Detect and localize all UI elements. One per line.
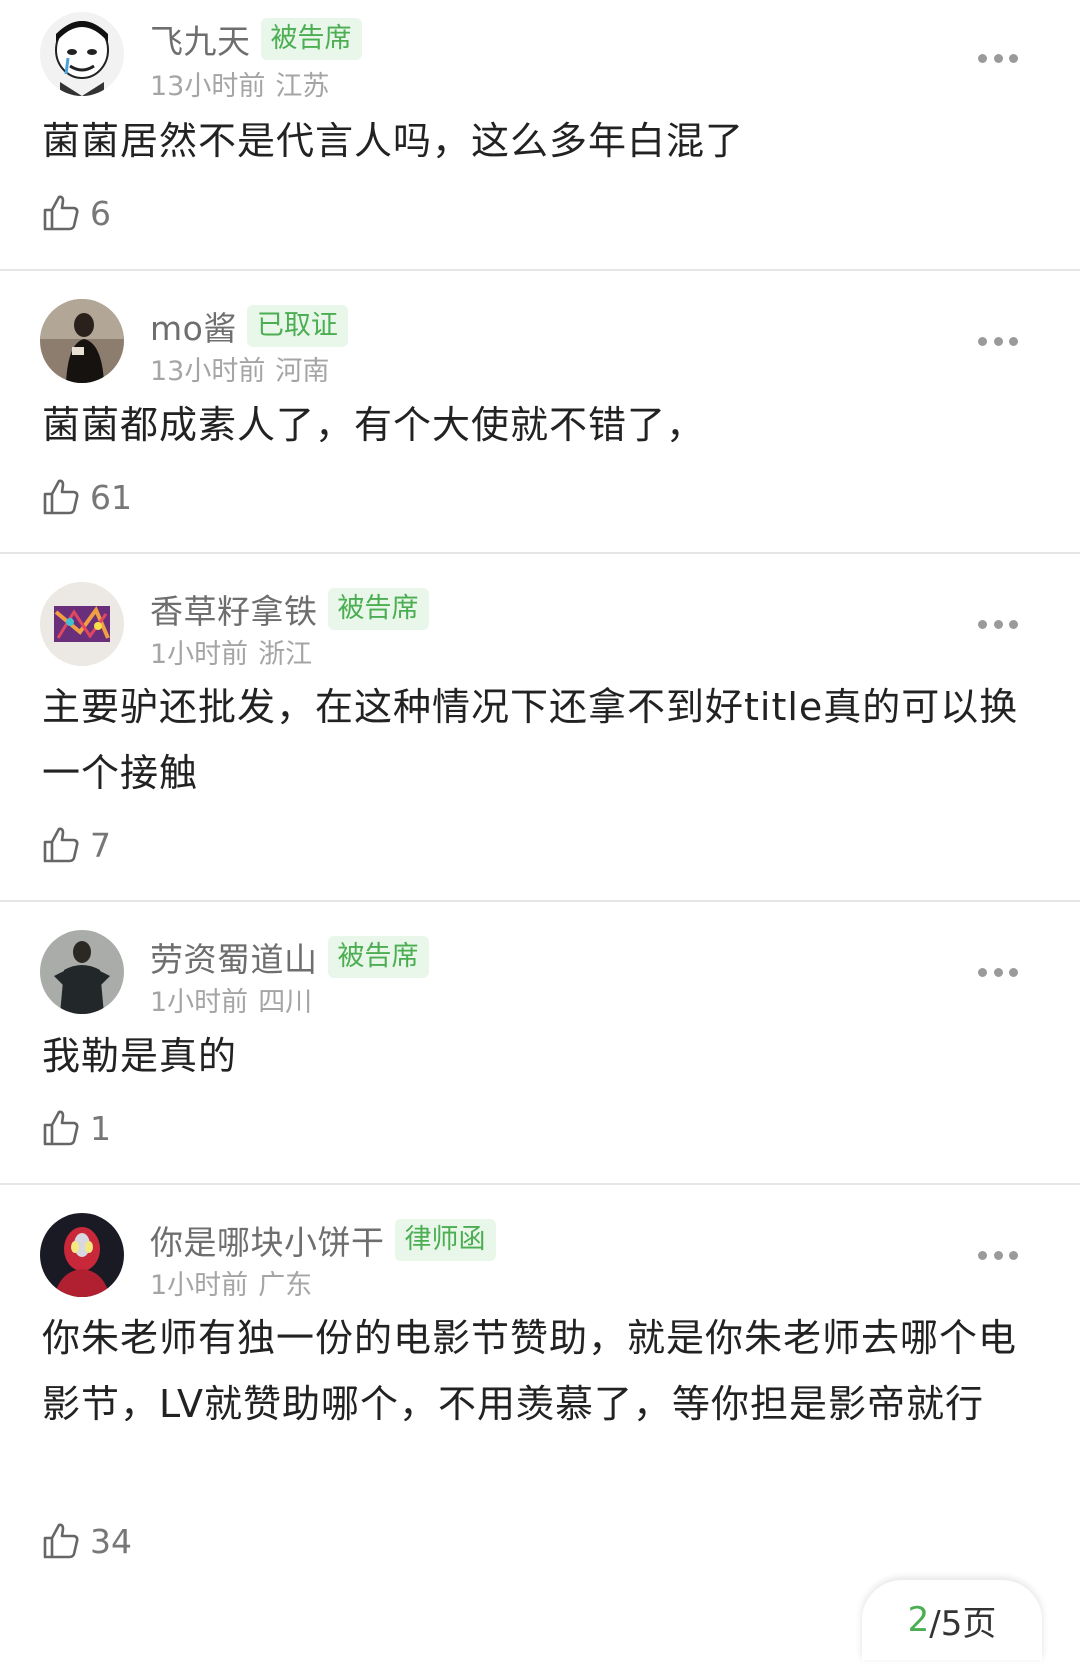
comment-text: 你朱老师有独一份的电影节赞助，就是你朱老师去哪个电影节，LV就赞助哪个，不用羡慕… [42,1316,1018,1426]
username[interactable]: 你是哪块小饼干 [150,1216,385,1264]
like-count: 6 [90,193,111,233]
comment-item: 香草籽拿铁 被告席 1小时前 浙江 主要驴还批发，在这种情况下还拿不到好title… [0,554,1080,902]
more-options-icon[interactable] [978,618,1018,630]
like-button[interactable]: 34 [42,1518,132,1564]
timestamp: 1小时前 [150,1270,249,1301]
avatar[interactable] [40,582,124,666]
status-badge: 被告席 [260,18,362,60]
man-in-suit-avatar-icon [40,930,124,1014]
current-page: 2 [907,1600,930,1640]
timestamp: 13小时前 [150,71,266,102]
status-badge: 律师函 [394,1219,496,1261]
comment-meta: 13小时前 江苏 [150,64,329,103]
like-button[interactable]: 6 [42,190,111,236]
location: 江苏 [275,71,330,102]
thumbs-up-icon [43,195,79,231]
comment-item: 飞九天 被告席 13小时前 江苏 菌菌居然不是代言人吗，这么多年白混了 6 [0,0,1080,271]
username[interactable]: 劳资蜀道山 [150,933,318,981]
username[interactable]: 香草籽拿铁 [150,585,318,633]
ultraman-avatar-icon [40,1213,124,1297]
status-badge: 被告席 [327,588,429,630]
comment-item: mo酱 已取证 13小时前 河南 菌菌都成素人了，有个大使就不错了， 61 [0,271,1080,554]
comment-header: 飞九天 被告席 [150,14,362,64]
thumbs-up-icon [43,827,79,863]
like-button[interactable]: 7 [42,822,111,868]
comment-meta: 13小时前 河南 [150,349,329,388]
comment-meta: 1小时前 四川 [150,980,312,1019]
timestamp: 1小时前 [150,639,249,670]
location: 四川 [258,987,313,1018]
timestamp: 13小时前 [150,356,266,387]
thumbs-up-icon [43,1523,79,1559]
avatar[interactable] [40,12,124,96]
more-options-icon[interactable] [978,966,1018,978]
like-count: 34 [90,1521,132,1561]
comment-header: 香草籽拿铁 被告席 [150,584,429,634]
comment-list: 飞九天 被告席 13小时前 江苏 菌菌居然不是代言人吗，这么多年白混了 6 mo… [0,0,1080,1673]
more-options-icon[interactable] [978,335,1018,347]
avatar[interactable] [40,299,124,383]
thumbs-up-icon [43,479,79,515]
comment-header: mo酱 已取证 [150,301,348,351]
more-options-icon[interactable] [978,52,1018,64]
comment-text: 主要驴还批发，在这种情况下还拿不到好title真的可以换一个接触 [42,685,1019,795]
timestamp: 1小时前 [150,987,249,1018]
location: 浙江 [258,639,313,670]
like-count: 61 [90,477,132,517]
avatar[interactable] [40,930,124,1014]
like-button[interactable]: 61 [42,474,132,520]
like-button[interactable]: 1 [42,1105,111,1151]
like-count: 1 [90,1108,111,1148]
comment-meta: 1小时前 浙江 [150,632,312,671]
more-options-icon[interactable] [978,1249,1018,1261]
comment-text: 菌菌都成素人了，有个大使就不错了， [42,403,706,447]
comment-text: 我勒是真的 [42,1034,238,1078]
like-count: 7 [90,825,111,865]
meme-face-avatar-icon [40,12,124,96]
username[interactable]: 飞九天 [150,15,251,63]
location: 河南 [275,356,330,387]
location: 广东 [258,1270,313,1301]
username[interactable]: mo酱 [150,302,237,350]
comment-text: 菌菌居然不是代言人吗，这么多年白混了 [42,119,745,163]
woman-photo-avatar-icon [40,299,124,383]
comment-header: 你是哪块小饼干 律师函 [150,1215,496,1265]
comment-meta: 1小时前 广东 [150,1263,312,1302]
thumbs-up-icon [43,1110,79,1146]
abstract-painting-avatar-icon [40,582,124,666]
status-badge: 已取证 [246,305,348,347]
page-indicator[interactable]: 2/5页 [862,1580,1042,1660]
comment-item: 劳资蜀道山 被告席 1小时前 四川 我勒是真的 1 [0,902,1080,1185]
status-badge: 被告席 [327,936,429,978]
comment-header: 劳资蜀道山 被告席 [150,932,429,982]
total-pages: /5页 [929,1603,997,1644]
avatar[interactable] [40,1213,124,1297]
